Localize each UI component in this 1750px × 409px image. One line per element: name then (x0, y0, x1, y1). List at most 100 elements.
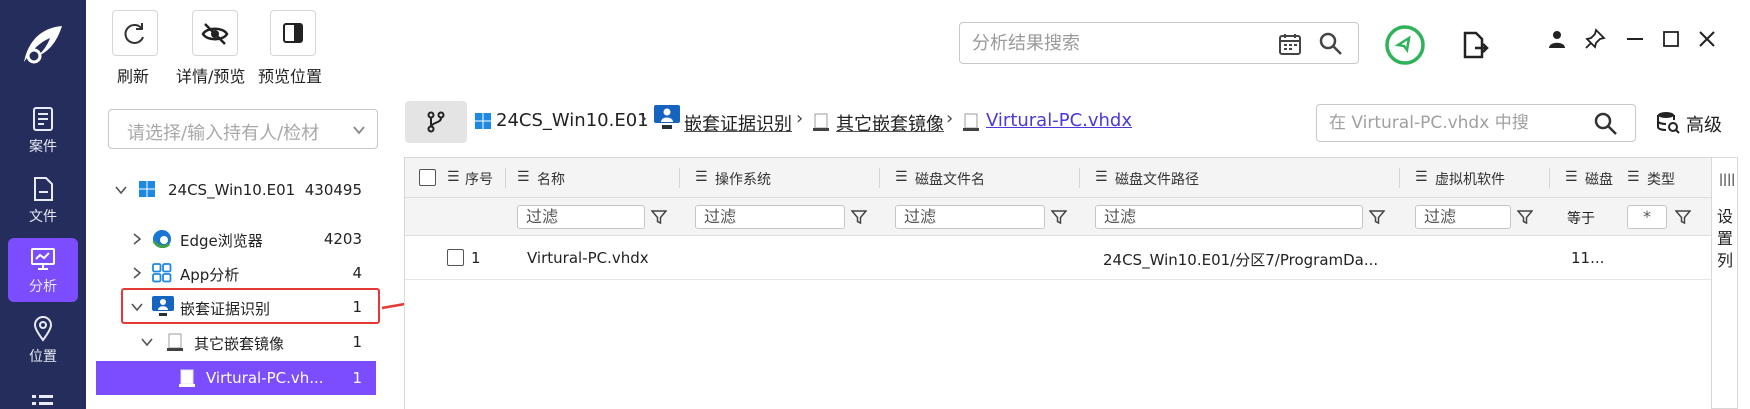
tree-item-other-images[interactable]: 其它嵌套镜像 1 (96, 325, 376, 359)
col-header-index[interactable]: 序号 (465, 169, 493, 189)
col-header-disk-size[interactable]: 磁盘 (1585, 169, 1613, 189)
windows-icon (475, 113, 491, 129)
filter-icon[interactable] (1517, 209, 1533, 225)
filter-os-input[interactable]: 过滤 (695, 205, 845, 229)
disk-icon (167, 333, 183, 351)
pin-icon[interactable] (1584, 28, 1606, 50)
breadcrumb-other-images[interactable]: 其它嵌套镜像 (836, 110, 944, 136)
column-divider[interactable] (1549, 168, 1550, 188)
refresh-button[interactable] (112, 10, 158, 56)
filter-icon[interactable] (851, 209, 867, 225)
tree-item-other-images-count: 1 (352, 333, 362, 351)
column-settings-tab[interactable]: |||| 设置列 (1712, 157, 1738, 409)
drag-handle-icon[interactable]: ☰ (447, 169, 460, 185)
drag-handle-icon[interactable]: ☰ (1627, 169, 1640, 185)
calendar-icon[interactable] (1278, 32, 1302, 56)
drag-handle-icon[interactable]: ☰ (517, 169, 530, 185)
file-icon (34, 177, 53, 201)
tree-item-app[interactable]: App分析 4 (96, 256, 376, 290)
breadcrumb-separator: › (796, 108, 804, 129)
nav-files[interactable]: 文件 (8, 168, 78, 232)
drag-handle-icon[interactable]: ☰ (1095, 169, 1108, 185)
tree-item-app-label: App分析 (180, 266, 240, 284)
minimize-icon[interactable] (1624, 28, 1646, 50)
maximize-icon[interactable] (1660, 28, 1682, 50)
tree-item-vhdx[interactable]: Virtural-PC.vh... 1 (96, 361, 376, 395)
chevron-down-icon[interactable] (140, 335, 154, 349)
search-icon[interactable] (1593, 111, 1619, 137)
filter-type-input[interactable]: * (1627, 205, 1667, 229)
filter-icon[interactable] (651, 209, 667, 225)
tree-item-vhdx-label: Virtural-PC.vh... (206, 369, 324, 387)
user-icon[interactable] (1546, 28, 1568, 50)
details-preview-button[interactable] (192, 10, 238, 56)
nav-location-label: 位置 (29, 349, 57, 365)
filter-size-operator[interactable]: 等于 (1567, 208, 1595, 228)
owner-select-placeholder: 请选择/输入持有人/检材 (127, 123, 320, 144)
col-header-disk-file[interactable]: 磁盘文件名 (915, 169, 985, 189)
branch-button[interactable] (405, 101, 467, 143)
result-search-box[interactable] (959, 22, 1359, 64)
list-icon[interactable] (30, 392, 56, 409)
nav-cases[interactable]: 案件 (8, 98, 78, 162)
select-all-checkbox[interactable] (419, 169, 436, 186)
chevron-right-icon[interactable] (130, 232, 144, 246)
drag-handle-icon[interactable]: ☰ (1415, 169, 1428, 185)
drag-handle-icon[interactable]: ☰ (895, 169, 908, 185)
result-search-input[interactable] (972, 31, 1272, 55)
filter-disk-path-input[interactable]: 过滤 (1095, 205, 1363, 229)
filter-icon[interactable] (1369, 209, 1385, 225)
breadcrumb-nested-evidence[interactable]: 嵌套证据识别 (684, 110, 792, 136)
refresh-icon (124, 23, 144, 44)
results-table: ☰ 序号 ☰ 名称 ☰ 操作系统 ☰ 磁盘文件名 ☰ 磁盘文件路径 ☰ 虚拟机软… (404, 157, 1712, 409)
preview-position-button[interactable] (270, 10, 316, 56)
tree-item-edge[interactable]: Edge浏览器 4203 (96, 222, 376, 256)
col-header-name[interactable]: 名称 (537, 169, 565, 189)
column-divider[interactable] (505, 168, 506, 188)
nav-analysis[interactable]: 分析 (8, 238, 78, 302)
column-divider[interactable] (1079, 168, 1080, 188)
row-index: 1 (471, 249, 481, 267)
col-header-disk-path[interactable]: 磁盘文件路径 (1115, 169, 1199, 189)
table-row[interactable]: 1 Virtural-PC.vhdx 24CS_Win10.E01/分区7/Pr… (405, 236, 1711, 280)
database-search-icon[interactable] (1655, 110, 1681, 136)
owner-select[interactable]: 请选择/输入持有人/检材 (108, 109, 378, 149)
filter-icon[interactable] (1051, 209, 1067, 225)
col-header-vm-software[interactable]: 虚拟机软件 (1435, 169, 1505, 189)
search-icon[interactable] (1318, 31, 1344, 57)
breadcrumb-current[interactable]: Virtural-PC.vhdx (986, 110, 1132, 131)
tree-item-edge-label: Edge浏览器 (180, 232, 263, 250)
shield-status-icon[interactable] (1384, 24, 1426, 66)
disk-icon (963, 113, 979, 131)
columns-icon: |||| (1719, 172, 1736, 186)
column-divider[interactable] (879, 168, 880, 188)
filter-name-input[interactable]: 过滤 (517, 205, 645, 229)
chevron-down-icon[interactable] (114, 183, 128, 197)
windows-icon (139, 181, 155, 197)
chevron-right-icon[interactable] (130, 266, 144, 280)
drag-handle-icon[interactable]: ☰ (695, 169, 708, 185)
nav-location[interactable]: 位置 (8, 308, 78, 372)
nav-files-label: 文件 (29, 209, 57, 225)
column-divider[interactable] (1399, 168, 1400, 188)
column-divider[interactable] (679, 168, 680, 188)
col-header-type[interactable]: 类型 (1647, 169, 1675, 189)
document-icon (33, 107, 53, 131)
scoped-search-input[interactable] (1329, 112, 1584, 134)
filter-icon[interactable] (1675, 209, 1691, 225)
location-pin-icon (33, 316, 53, 342)
filter-vm-software-input[interactable]: 过滤 (1415, 205, 1511, 229)
col-header-os[interactable]: 操作系统 (715, 169, 771, 189)
export-icon[interactable] (1462, 30, 1490, 60)
nav-analysis-label: 分析 (29, 279, 57, 295)
close-icon[interactable] (1696, 28, 1718, 50)
scoped-search-box[interactable] (1316, 104, 1636, 142)
tree-item-other-images-label: 其它嵌套镜像 (194, 335, 285, 353)
row-checkbox[interactable] (447, 249, 464, 266)
tree-item-root[interactable]: 24CS_Win10.E01 430495 (96, 173, 376, 207)
tree-item-vhdx-count: 1 (352, 369, 362, 387)
filter-disk-file-input[interactable]: 过滤 (895, 205, 1045, 229)
advanced-search-button[interactable]: 高级 (1686, 111, 1722, 137)
breadcrumb-root[interactable]: 24CS_Win10.E01 (496, 110, 649, 131)
drag-handle-icon[interactable]: ☰ (1565, 169, 1578, 185)
